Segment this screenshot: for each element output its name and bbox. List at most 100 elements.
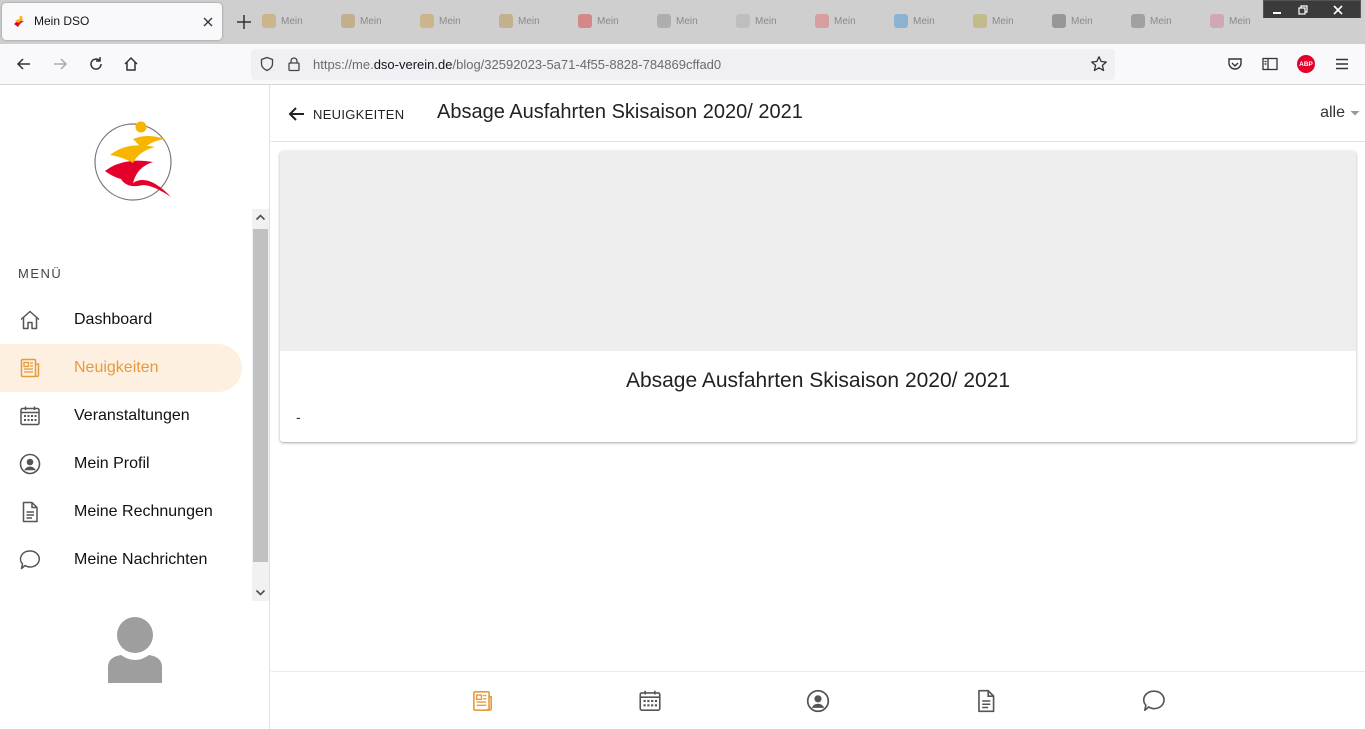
sidebar-item-mein-profil[interactable]: Mein Profil bbox=[0, 440, 242, 488]
sidebar-item-label: Veranstaltungen bbox=[74, 407, 190, 424]
tab-favicon-icon bbox=[1210, 14, 1224, 28]
home-browser-icon[interactable] bbox=[122, 55, 140, 73]
browser-tab-background[interactable]: Mein bbox=[578, 8, 634, 34]
tab-favicon-icon bbox=[578, 14, 592, 28]
browser-tab-title: Mein DSO bbox=[34, 14, 90, 28]
browser-tab-bar: Mein DSO Mein Mein Mein Mein Mein Mein Mein Mei… bbox=[0, 0, 1365, 44]
tracking-shield-icon[interactable] bbox=[259, 56, 275, 72]
page-title: Absage Ausfahrten Skisaison 2020/ 2021 bbox=[437, 101, 803, 123]
new-tab-plus-icon[interactable] bbox=[234, 12, 254, 32]
browser-nav-bar: https://me.dso-verein.de/blog/32592023-5… bbox=[0, 44, 1365, 85]
sidebar-item-label: Mein Profil bbox=[74, 455, 150, 472]
browser-tab-background[interactable]: Mein bbox=[1210, 8, 1266, 34]
browser-tab-background[interactable]: Mein bbox=[657, 8, 713, 34]
restore-button[interactable] bbox=[1290, 1, 1316, 18]
url-domain: dso-verein.de bbox=[373, 57, 453, 72]
sidebar-item-neuigkeiten[interactable]: Neuigkeiten bbox=[0, 344, 242, 392]
bookmark-star-icon[interactable] bbox=[1090, 55, 1108, 73]
arrow-left-icon bbox=[288, 107, 304, 121]
tab-favicon-icon bbox=[1052, 14, 1066, 28]
url-bar[interactable]: https://me.dso-verein.de/blog/32592023-5… bbox=[251, 49, 1115, 80]
bottom-nav-invoice-icon[interactable] bbox=[973, 688, 999, 714]
sidebar-item-label: Neuigkeiten bbox=[74, 359, 159, 376]
browser-tab-background[interactable]: Mein bbox=[262, 8, 318, 34]
background-tab-title: Mein bbox=[360, 15, 382, 27]
sidebar: MENÜ Dashboard Neuigkeiten Veranstaltungen… bbox=[0, 85, 270, 729]
browser-tab-background[interactable]: Mein bbox=[1052, 8, 1108, 34]
sidebar-item-label: Meine Nachrichten bbox=[74, 551, 208, 568]
menu-heading: MENÜ bbox=[18, 266, 63, 281]
sidebar-item-label: Dashboard bbox=[74, 311, 153, 328]
bottom-nav-news-icon[interactable] bbox=[469, 688, 495, 714]
tab-favicon-icon bbox=[736, 14, 750, 28]
home-icon bbox=[20, 310, 40, 330]
browser-tab-background[interactable]: Mein bbox=[1131, 8, 1187, 34]
tab-favicon-icon bbox=[262, 14, 276, 28]
forward-arrow-icon[interactable] bbox=[51, 55, 69, 73]
tab-favicon-icon bbox=[973, 14, 987, 28]
background-tab-title: Mein bbox=[281, 15, 303, 27]
browser-tab-background[interactable]: Mein bbox=[894, 8, 950, 34]
browser-tab-background[interactable]: Mein bbox=[499, 8, 555, 34]
background-tab-title: Mein bbox=[439, 15, 461, 27]
bottom-nav-calendar-icon[interactable] bbox=[637, 688, 663, 714]
scroll-down-arrow-icon[interactable] bbox=[252, 584, 269, 601]
sidebar-item-veranstaltungen[interactable]: Veranstaltungen bbox=[0, 392, 242, 440]
url-path: /blog/32592023-5a71-4f55-8828-784869cffa… bbox=[452, 57, 722, 72]
tab-favicon-icon bbox=[420, 14, 434, 28]
category-filter-select[interactable]: alle bbox=[1320, 104, 1361, 122]
main-content: NEUIGKEITEN Absage Ausfahrten Skisaison … bbox=[271, 85, 1365, 729]
dso-logo[interactable] bbox=[93, 119, 177, 203]
adblock-plus-icon[interactable]: ABP bbox=[1297, 55, 1315, 73]
invoice-icon bbox=[22, 501, 38, 523]
browser-tab-background[interactable]: Mein bbox=[973, 8, 1029, 34]
reload-icon[interactable] bbox=[87, 55, 105, 73]
url-text[interactable]: https://me.dso-verein.de/blog/32592023-5… bbox=[313, 57, 721, 72]
browser-tab-background[interactable]: Mein bbox=[420, 8, 476, 34]
browser-tab-background[interactable]: Mein bbox=[736, 8, 792, 34]
background-tab-title: Mein bbox=[1071, 15, 1093, 27]
tab-favicon-icon bbox=[1131, 14, 1145, 28]
tab-favicon-icon bbox=[499, 14, 513, 28]
back-arrow-icon[interactable] bbox=[15, 55, 33, 73]
back-to-news-button[interactable]: NEUIGKEITEN bbox=[287, 102, 404, 126]
tab-close-icon[interactable] bbox=[201, 15, 215, 29]
filter-value: alle bbox=[1320, 104, 1345, 121]
back-button-label: NEUIGKEITEN bbox=[313, 106, 405, 122]
reader-sidebar-icon[interactable] bbox=[1261, 55, 1279, 73]
sidebar-item-meine-rechnungen[interactable]: Meine Rechnungen bbox=[0, 488, 242, 536]
chat-icon bbox=[19, 550, 40, 570]
pocket-icon[interactable] bbox=[1226, 55, 1244, 73]
background-tab-title: Mein bbox=[597, 15, 619, 27]
minimize-icon bbox=[1273, 11, 1281, 14]
minimize-button[interactable] bbox=[1264, 1, 1290, 18]
background-tab-title: Mein bbox=[518, 15, 540, 27]
background-tab-title: Mein bbox=[913, 15, 935, 27]
close-window-button[interactable] bbox=[1316, 1, 1360, 18]
scrollbar-thumb[interactable] bbox=[253, 229, 268, 562]
page-header: NEUIGKEITEN Absage Ausfahrten Skisaison … bbox=[271, 85, 1365, 142]
article-card[interactable]: Absage Ausfahrten Skisaison 2020/ 2021 - bbox=[280, 151, 1356, 442]
restore-icon bbox=[1298, 4, 1308, 15]
chevron-down-icon bbox=[1350, 111, 1360, 116]
lock-icon[interactable] bbox=[286, 56, 302, 72]
scroll-up-arrow-icon[interactable] bbox=[252, 209, 269, 226]
article-title: Absage Ausfahrten Skisaison 2020/ 2021 bbox=[625, 369, 1011, 392]
sidebar-item-meine-nachrichten[interactable]: Meine Nachrichten bbox=[0, 536, 242, 584]
tab-favicon-icon bbox=[894, 14, 908, 28]
hamburger-menu-icon[interactable] bbox=[1333, 55, 1351, 73]
user-avatar-icon[interactable] bbox=[105, 615, 165, 683]
bottom-nav-chat-icon[interactable] bbox=[1141, 688, 1167, 714]
browser-tab-background[interactable]: Mein bbox=[815, 8, 871, 34]
newspaper-icon bbox=[20, 358, 40, 378]
article-body: - bbox=[296, 409, 301, 425]
sidebar-item-dashboard[interactable]: Dashboard bbox=[0, 296, 242, 344]
sidebar-scrollbar[interactable] bbox=[252, 209, 269, 601]
browser-tab-background[interactable]: Mein bbox=[341, 8, 397, 34]
browser-tab-active[interactable]: Mein DSO bbox=[2, 3, 222, 40]
tab-favicon-icon bbox=[815, 14, 829, 28]
bottom-nav-profile-icon[interactable] bbox=[805, 688, 831, 714]
background-tab-title: Mein bbox=[992, 15, 1014, 27]
calendar-icon bbox=[20, 406, 40, 426]
tab-favicon-icon bbox=[657, 14, 671, 28]
